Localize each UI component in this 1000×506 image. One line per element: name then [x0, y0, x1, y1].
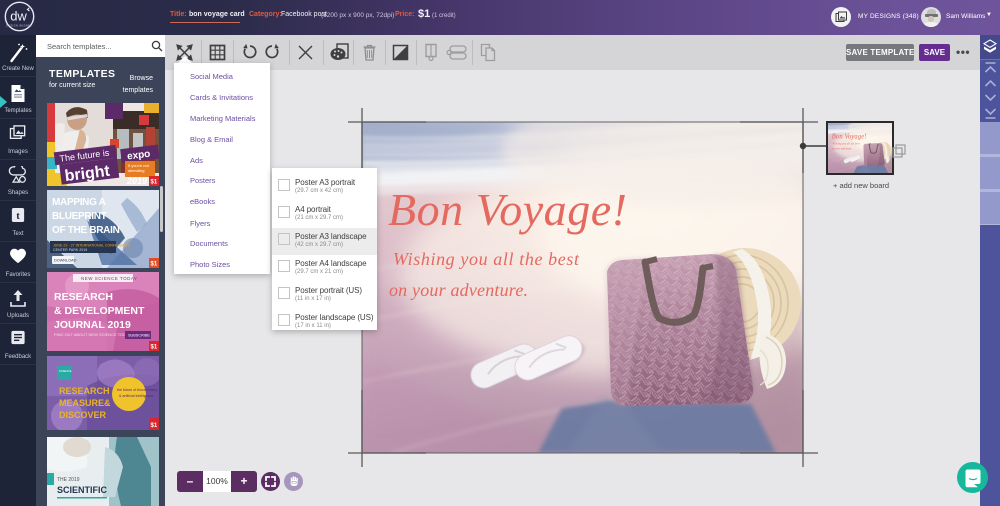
svg-text:THE 2019: THE 2019 [57, 477, 80, 483]
svg-text:on your adventure.: on your adventure. [389, 280, 528, 300]
svg-text:Bon Voyage!: Bon Voyage! [388, 184, 627, 235]
svg-text:$1: $1 [151, 345, 158, 351]
svg-text:JOURNAL 2019: JOURNAL 2019 [54, 319, 131, 331]
svg-text:& artificial intelligence: & artificial intelligence [119, 394, 154, 398]
svg-text:$1: $1 [151, 180, 158, 186]
svg-text:SCIENCE: SCIENCE [59, 369, 72, 373]
svg-text:CENTER PARK 2019: CENTER PARK 2019 [53, 248, 87, 252]
svg-text:DISCOVER: DISCOVER [59, 410, 107, 420]
svg-text:2019: 2019 [126, 176, 147, 186]
svg-text:RESEARCH: RESEARCH [54, 291, 113, 303]
svg-text:the future of biochemistry: the future of biochemistry [117, 388, 158, 392]
svg-text:$1: $1 [151, 262, 158, 268]
svg-text:& DEVELOPMENT: & DEVELOPMENT [54, 305, 145, 317]
svg-text:MAPPING A: MAPPING A [52, 197, 106, 208]
svg-text:dw: dw [10, 9, 27, 24]
svg-text:BLUEPRINT: BLUEPRINT [52, 211, 107, 222]
svg-text:DOWNLOAD: DOWNLOAD [54, 259, 77, 263]
svg-text:SCIENTIFIC: SCIENTIFIC [57, 485, 108, 495]
svg-text:NEW SCIENCE TODAY: NEW SCIENCE TODAY [81, 276, 138, 281]
svg-text:$1: $1 [151, 423, 158, 429]
svg-text:t: t [16, 211, 20, 222]
svg-text:attending: attending [128, 168, 144, 173]
svg-text:JUNE 23 - 27 INTERNATIONAL CON: JUNE 23 - 27 INTERNATIONAL CONFERENCE [53, 244, 131, 248]
svg-text:Wishing you all the best: Wishing you all the best [393, 249, 580, 269]
svg-text:SUBSCRIBE: SUBSCRIBE [128, 334, 150, 338]
svg-text:OF THE BRAIN: OF THE BRAIN [52, 225, 120, 236]
svg-text:FIND OUT ABOUT NEW SCIENCE TOD: FIND OUT ABOUT NEW SCIENCE TODAY [54, 332, 132, 337]
svg-text:RESEARCH: RESEARCH [59, 386, 110, 396]
svg-text:MEASURE&: MEASURE& [59, 398, 111, 408]
svg-text:DESIGN WIZARD: DESIGN WIZARD [6, 24, 32, 28]
